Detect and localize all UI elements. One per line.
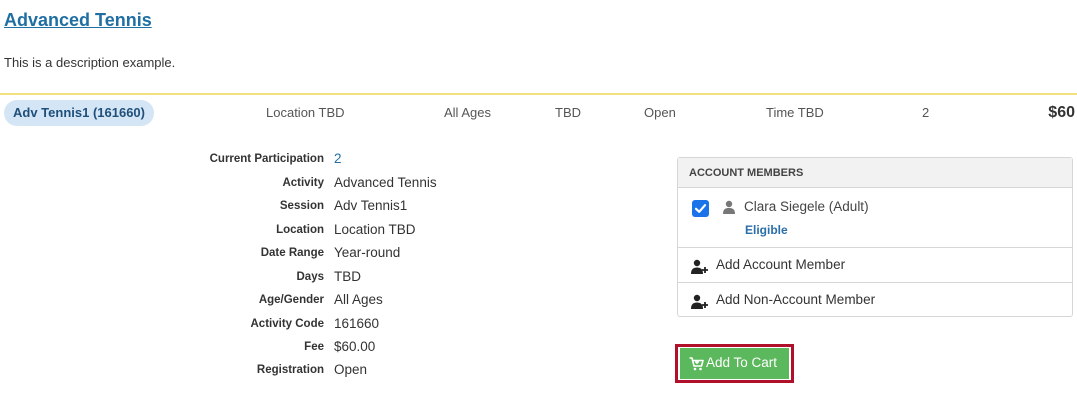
member-row[interactable]: Clara Siegele (Adult) Eligible xyxy=(678,188,1072,248)
detail-value: $60.00 xyxy=(334,339,376,354)
session-time: Time TBD xyxy=(766,105,824,120)
detail-value: Year-round xyxy=(334,245,401,260)
activity-title[interactable]: Advanced Tennis xyxy=(4,10,152,31)
add-non-account-member-label: Add Non-Account Member xyxy=(716,292,876,307)
detail-label: Location xyxy=(276,224,324,236)
detail-row: Date Range Year-round xyxy=(0,244,500,264)
detail-label: Days xyxy=(296,271,325,283)
activity-description: This is a description example. xyxy=(4,55,176,70)
detail-value: Open xyxy=(334,362,368,377)
session-name-pill[interactable]: Adv Tennis1 (161660) xyxy=(4,100,154,126)
detail-row: Fee $60.00 xyxy=(0,338,500,358)
member-name: Clara Siegele (Adult) xyxy=(744,199,869,214)
detail-row: Activity Code 161660 xyxy=(0,315,500,335)
add-to-cart-button[interactable]: Add To Cart xyxy=(680,348,789,379)
detail-label: Activity Code xyxy=(250,318,325,330)
detail-row: Registration Open xyxy=(0,361,500,381)
check-icon xyxy=(694,204,707,213)
session-row[interactable]: Adv Tennis1 (161660) Location TBD All Ag… xyxy=(0,93,1077,131)
detail-value[interactable]: 2 xyxy=(334,151,342,166)
detail-value: All Ages xyxy=(334,292,383,307)
detail-label: Activity xyxy=(282,177,324,189)
detail-row: Age/Gender All Ages xyxy=(0,291,500,311)
detail-value: Adv Tennis1 xyxy=(334,198,408,213)
account-members-header: ACCOUNT MEMBERS xyxy=(678,158,1072,188)
detail-row: Session Adv Tennis1 xyxy=(0,197,500,217)
eligibility-status: Eligible xyxy=(745,223,788,237)
detail-row: Days TBD xyxy=(0,268,500,288)
detail-label: Registration xyxy=(256,364,324,376)
detail-label: Current Participation xyxy=(209,153,324,165)
detail-label: Date Range xyxy=(260,247,324,259)
account-members-panel: ACCOUNT MEMBERS Clara Siegele (Adult) El… xyxy=(677,157,1073,317)
detail-value: Location TBD xyxy=(334,222,416,237)
detail-row: Activity Advanced Tennis xyxy=(0,174,500,194)
person-icon xyxy=(723,200,735,214)
detail-row: Location Location TBD xyxy=(0,221,500,241)
add-user-icon xyxy=(691,259,708,274)
detail-row: Current Participation 2 xyxy=(0,150,500,170)
session-status: Open xyxy=(644,105,676,120)
detail-value: TBD xyxy=(334,269,361,284)
add-to-cart-label: Add To Cart xyxy=(706,355,778,370)
detail-value: 161660 xyxy=(334,316,380,331)
add-non-account-member-button[interactable]: Add Non-Account Member xyxy=(678,283,1072,318)
member-checkbox[interactable] xyxy=(692,200,709,217)
add-account-member-button[interactable]: Add Account Member xyxy=(678,248,1072,283)
session-days: TBD xyxy=(555,105,581,120)
session-ages: All Ages xyxy=(444,105,491,120)
add-user-icon xyxy=(691,294,708,309)
detail-label: Fee xyxy=(304,341,324,353)
cart-icon xyxy=(689,357,704,371)
detail-value: Advanced Tennis xyxy=(334,175,437,190)
detail-label: Session xyxy=(279,200,324,212)
detail-label: Age/Gender xyxy=(258,294,324,306)
session-count: 2 xyxy=(922,105,930,120)
session-location: Location TBD xyxy=(266,105,345,120)
add-account-member-label: Add Account Member xyxy=(716,257,846,272)
session-price: $60 xyxy=(1048,104,1075,121)
